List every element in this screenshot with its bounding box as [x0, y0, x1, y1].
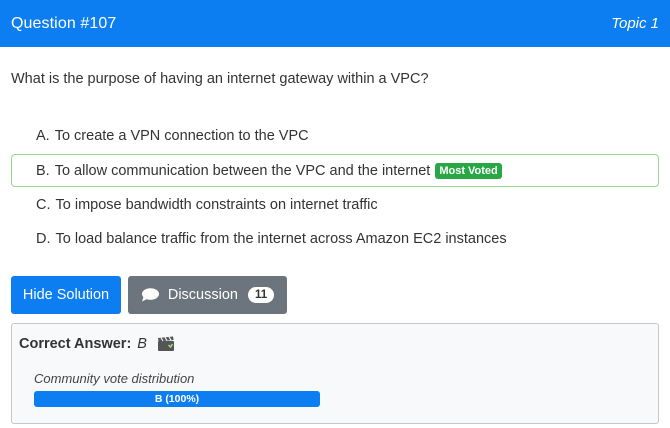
most-voted-badge: Most Voted — [435, 162, 502, 179]
choice-text: To create a VPN connection to the VPC — [54, 127, 309, 144]
clapperboard-icon[interactable] — [157, 336, 175, 352]
discussion-button[interactable]: Discussion 11 — [128, 276, 287, 314]
vote-distribution-label: Community vote distribution — [34, 371, 195, 386]
correct-answer-value: B — [137, 336, 147, 352]
choice-letter: A. — [36, 127, 50, 144]
question-header: Question #107 Topic 1 — [0, 0, 670, 47]
correct-answer-panel: Correct Answer: B Community vote distrib… — [11, 323, 659, 424]
correct-answer-label: Correct Answer: — [19, 336, 132, 352]
choice-letter: B. — [36, 162, 50, 179]
choice-d[interactable]: D. To load balance traffic from the inte… — [11, 222, 659, 255]
choice-text: To load balance traffic from the interne… — [55, 230, 507, 247]
choice-b[interactable]: B. To allow communication between the VP… — [11, 154, 659, 187]
choice-letter: D. — [36, 230, 51, 247]
discussion-label: Discussion — [167, 287, 238, 303]
discussion-count-badge: 11 — [247, 287, 275, 303]
vote-distribution-bar: B (100%) — [34, 391, 320, 407]
speech-bubble-icon — [141, 288, 159, 302]
hide-solution-label: Hide Solution — [22, 287, 110, 303]
correct-answer-line: Correct Answer: B — [19, 336, 175, 352]
choice-text: To impose bandwidth constraints on inter… — [55, 196, 378, 213]
choice-letter: C. — [36, 196, 51, 213]
choice-a[interactable]: A. To create a VPN connection to the VPC — [11, 119, 659, 152]
question-number: Question #107 — [11, 14, 117, 32]
vote-bar-fill: B (100%) — [34, 391, 320, 407]
choice-c[interactable]: C. To impose bandwidth constraints on in… — [11, 188, 659, 221]
question-text: What is the purpose of having an interne… — [11, 71, 429, 87]
hide-solution-button[interactable]: Hide Solution — [11, 276, 121, 314]
topic-label: Topic 1 — [611, 15, 659, 32]
choice-text: To allow communication between the VPC a… — [54, 162, 431, 179]
